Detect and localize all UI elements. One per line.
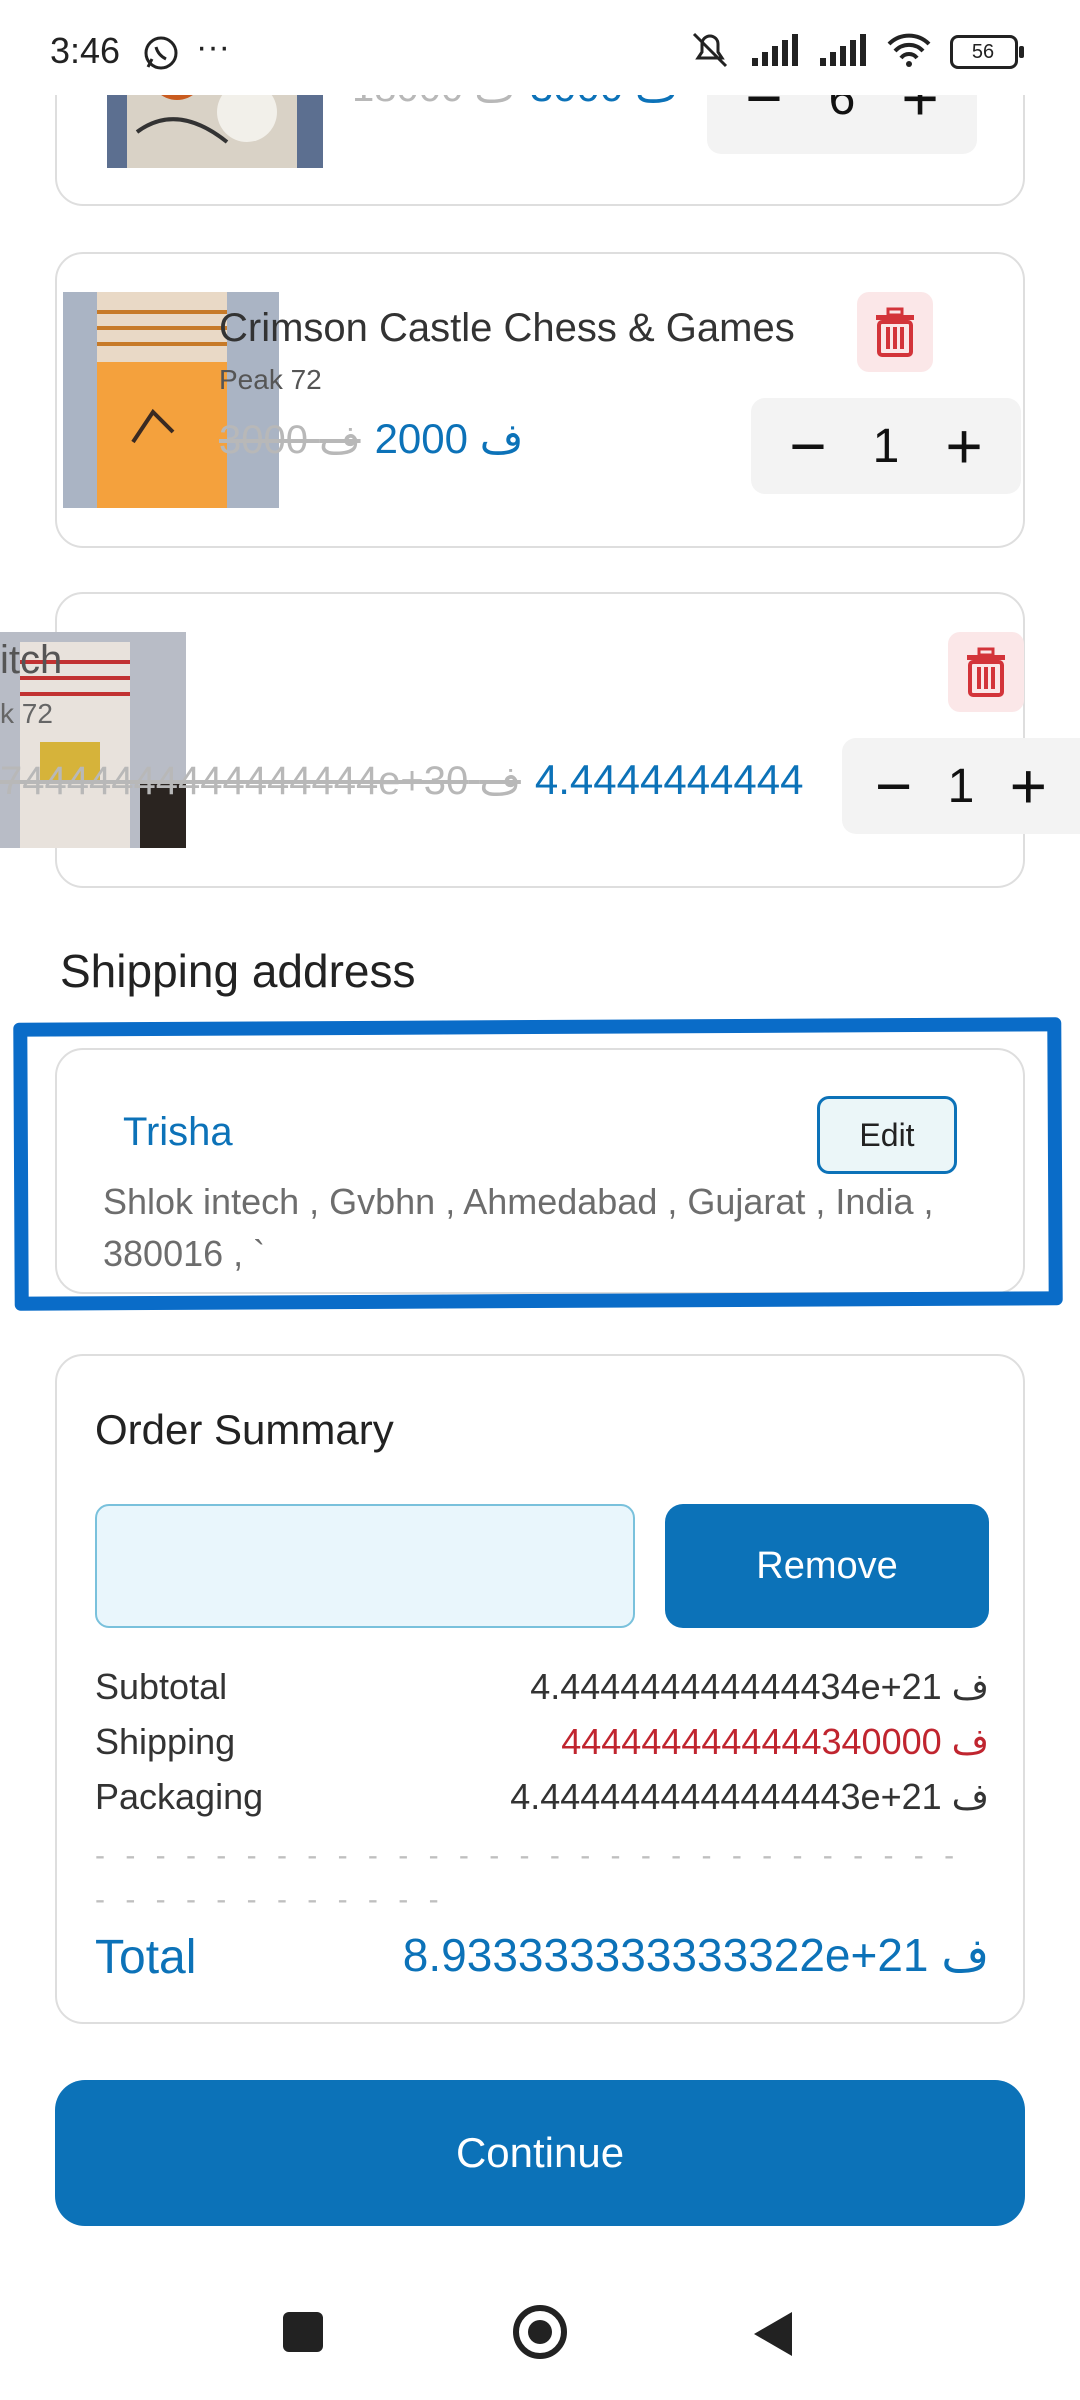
- original-price: 3000 ف: [219, 418, 361, 462]
- packaging-label: Packaging: [95, 1776, 264, 1817]
- quantity-stepper: − 1 +: [751, 398, 1021, 494]
- shipping-label: Shipping: [95, 1721, 236, 1762]
- signal-icon-1: [750, 32, 800, 73]
- selection-highlight: [13, 1017, 1063, 1311]
- shipping-address-heading: Shipping address: [60, 945, 416, 997]
- subtotal-value: 4.444444444444434e+21 ف: [530, 1666, 989, 1707]
- back-icon: [754, 2312, 792, 2356]
- original-price: 74444444444444444e+30 ف: [0, 759, 521, 803]
- total-value: 8.933333333333322e+21 ف: [402, 1929, 989, 1981]
- delete-item-button[interactable]: [857, 292, 933, 372]
- subtotal-label: Subtotal: [95, 1666, 228, 1707]
- discounted-price: 4.4444444444: [534, 756, 804, 803]
- remove-coupon-button[interactable]: Remove: [665, 1504, 989, 1628]
- cart-item-overflow-content: itch k 72 74444444444444444e+30 ف 4.4444…: [0, 600, 1080, 882]
- battery-icon: 56: [950, 35, 1024, 69]
- quantity-stepper: − 1 +: [842, 738, 1080, 834]
- packaging-value: 4.4444444444444443e+21 ف: [510, 1776, 989, 1817]
- product-subtitle: k 72: [0, 698, 53, 729]
- price-line: 74444444444444444e+30 ف 4.4444444444: [0, 756, 804, 804]
- quantity-value: 1: [947, 759, 975, 813]
- back-button[interactable]: [752, 2310, 794, 2363]
- trash-icon: [876, 307, 914, 357]
- status-time: 3:46: [50, 30, 121, 71]
- increase-quantity-button[interactable]: +: [998, 754, 1058, 818]
- order-summary-card: Order Summary Remove Subtotal 4.44444444…: [55, 1354, 1025, 2024]
- discounted-price: 2000 ف: [374, 415, 524, 462]
- recent-apps-button[interactable]: [283, 2312, 323, 2352]
- decrease-quantity-button[interactable]: −: [864, 754, 924, 818]
- home-icon: [513, 2305, 567, 2359]
- product-title: itch: [0, 638, 63, 682]
- increase-quantity-button[interactable]: +: [934, 414, 994, 478]
- system-navigation-bar: [0, 2260, 1080, 2400]
- shipping-value: 4444444444444340000 ف: [561, 1721, 989, 1762]
- more-notifications-icon: ···: [196, 28, 230, 66]
- whatsapp-icon: [142, 34, 180, 77]
- wifi-icon: [886, 32, 932, 73]
- price-line: 3000 ف 2000 ف: [219, 414, 523, 463]
- signal-icon-2: [818, 32, 868, 73]
- quantity-value: 1: [872, 419, 900, 473]
- continue-button[interactable]: Continue: [55, 2080, 1025, 2226]
- product-title: Crimson Castle Chess & Games: [219, 306, 795, 350]
- coupon-input[interactable]: [95, 1504, 635, 1628]
- home-button[interactable]: [512, 2304, 568, 2365]
- mute-icon: [688, 30, 732, 75]
- total-label: Total: [95, 1931, 197, 1984]
- status-icons: 56: [688, 30, 1024, 75]
- decrease-quantity-button[interactable]: −: [778, 414, 838, 478]
- trash-icon: [967, 647, 1005, 697]
- order-summary-heading: Order Summary: [95, 1406, 394, 1453]
- summary-divider: - - - - - - - - - - - - - - - - - - - - …: [95, 1839, 961, 1916]
- delete-item-button[interactable]: [948, 632, 1024, 712]
- cart-item-card: Crimson Castle Chess & Games Peak 72 300…: [55, 252, 1025, 548]
- product-subtitle: Peak 72: [219, 364, 322, 395]
- battery-level: 56: [971, 41, 995, 63]
- status-bar: 3:46 ··· 56: [0, 0, 1080, 95]
